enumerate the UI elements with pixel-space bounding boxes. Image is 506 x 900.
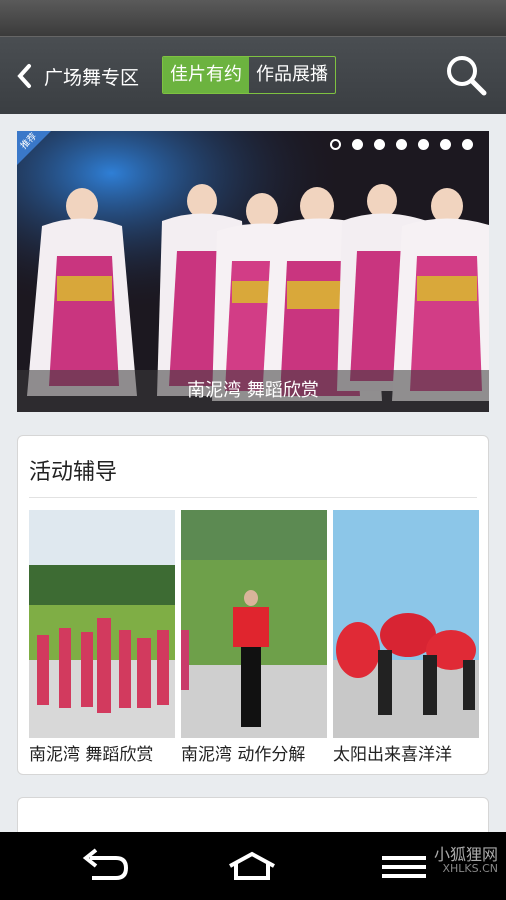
tab-featured[interactable]: 佳片有约	[163, 57, 249, 93]
video-item[interactable]: 太阳出来喜洋洋	[333, 510, 479, 765]
tab-showcase[interactable]: 作品展播	[249, 57, 335, 93]
back-arrow-icon[interactable]	[74, 832, 134, 900]
banner-caption: 南泥湾 舞蹈欣赏	[17, 370, 489, 412]
carousel-dot[interactable]	[418, 139, 429, 150]
video-thumbnail	[333, 510, 479, 738]
carousel-indicator	[330, 139, 473, 150]
watermark-title: 小狐狸网	[433, 845, 498, 864]
video-title: 南泥湾 动作分解	[181, 745, 306, 765]
video-title: 太阳出来喜洋洋	[333, 745, 452, 765]
tab-switcher: 佳片有约 作品展播	[162, 56, 336, 94]
featured-banner[interactable]: 推荐 南泥湾 舞蹈欣赏	[17, 131, 489, 412]
watermark: 小狐狸网 XHLKS.CN	[433, 845, 498, 876]
carousel-dot[interactable]	[462, 139, 473, 150]
system-nav-bar	[0, 832, 506, 900]
video-title: 南泥湾 舞蹈欣赏	[29, 745, 154, 765]
chevron-left-icon	[17, 64, 31, 88]
menu-icon[interactable]	[374, 832, 434, 900]
carousel-dot-active[interactable]	[330, 139, 341, 150]
video-item[interactable]: 南泥湾 动作分解	[181, 510, 327, 765]
home-icon[interactable]	[222, 832, 282, 900]
video-thumbnail	[181, 510, 327, 738]
search-icon[interactable]	[444, 53, 488, 97]
carousel-dot[interactable]	[374, 139, 385, 150]
video-thumbnail	[29, 510, 175, 738]
carousel-dot[interactable]	[396, 139, 407, 150]
carousel-dot[interactable]	[440, 139, 451, 150]
top-nav-bar: 广场舞专区 佳片有约 作品展播	[0, 36, 506, 114]
activity-card: 活动辅导 南泥湾 舞蹈欣赏 南泥湾 动作分解 太阳出来喜洋洋	[17, 435, 489, 775]
page-title: 广场舞专区	[44, 66, 140, 89]
divider	[29, 497, 477, 498]
status-bar	[0, 0, 506, 36]
carousel-dot[interactable]	[352, 139, 363, 150]
back-button[interactable]: 广场舞专区	[12, 37, 139, 115]
video-item[interactable]: 南泥湾 舞蹈欣赏	[29, 510, 175, 765]
video-list: 南泥湾 舞蹈欣赏 南泥湾 动作分解 太阳出来喜洋洋	[29, 510, 479, 768]
watermark-url: XHLKS.CN	[442, 862, 498, 875]
section-title: 活动辅导	[29, 460, 118, 485]
